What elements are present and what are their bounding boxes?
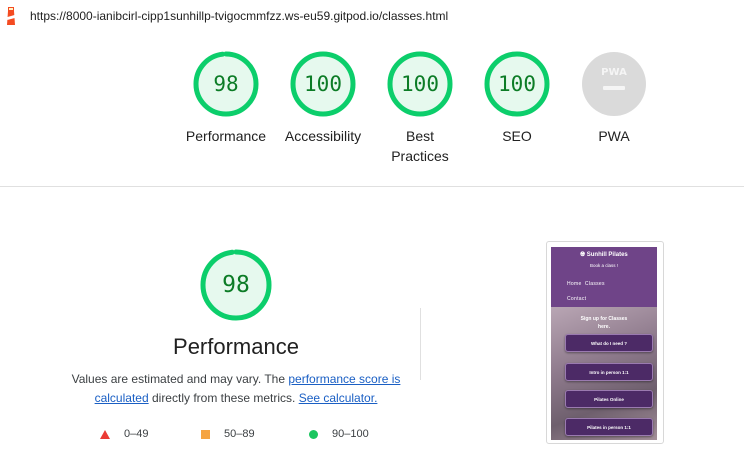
screenshot-nav-row1: Home Classes xyxy=(567,281,605,287)
gauge-best-practices[interactable]: 100 xyxy=(387,51,453,117)
report-header: https://8000-ianibcirl-cipp1sunhillp-tvi… xyxy=(0,0,744,32)
screenshot-brand: 🌐︎ Sunhill Pilates xyxy=(551,252,657,259)
legend-average-label: 50–89 xyxy=(224,428,255,440)
gauge-pwa[interactable]: PWA xyxy=(581,51,647,117)
pwa-badge-text: PWA xyxy=(601,67,627,78)
gauge-performance[interactable]: 98 xyxy=(193,51,259,117)
lighthouse-icon xyxy=(7,7,15,25)
gauge-label-word: Best xyxy=(405,128,434,144)
performance-description: Values are estimated and may vary. The p… xyxy=(62,370,410,408)
performance-score: 98 xyxy=(222,272,250,298)
gauge-seo[interactable]: 100 xyxy=(484,51,550,117)
performance-title: Performance xyxy=(173,334,299,359)
gauge-label-text: Best Practices xyxy=(391,128,449,164)
see-calculator-link[interactable]: See calculator. xyxy=(299,391,378,405)
gauge-label-pwa: PWA xyxy=(598,128,630,144)
screenshot-nav-row2: Contact xyxy=(567,296,587,302)
screenshot-button: What do I need ? xyxy=(565,334,653,352)
legend-fail-label: 0–49 xyxy=(124,428,149,440)
gauge-score: 100 xyxy=(498,72,536,96)
page-url: https://8000-ianibcirl-cipp1sunhillp-tvi… xyxy=(30,9,449,23)
legend-fail: 0–49 xyxy=(100,428,148,440)
gauge-score: 98 xyxy=(213,72,239,96)
gauge-accessibility[interactable]: 100 xyxy=(290,51,356,117)
globe-icon: 🌐︎ xyxy=(580,252,586,258)
gauge-label-performance: Performance xyxy=(185,128,267,144)
gauge-label-seo: SEO xyxy=(502,128,532,144)
performance-gauge: 98 xyxy=(200,249,272,321)
gauge-score: 100 xyxy=(304,72,342,96)
circle-icon xyxy=(309,429,318,439)
gauge-label-best-practices: Best Practices xyxy=(365,126,475,166)
desc-text: directly from these metrics. xyxy=(148,391,299,405)
screenshot-button: Pilates in person 1:1 xyxy=(565,418,653,436)
screenshot-book: Book a class ! xyxy=(589,263,618,268)
hero-line: here. xyxy=(598,324,610,330)
gauge-label-word: Practices xyxy=(391,148,449,164)
pwa-badge-icon: PWA xyxy=(582,52,646,116)
desc-text: Values are estimated and may vary. The xyxy=(71,372,289,386)
screenshot-button: Pilates Online xyxy=(565,390,653,408)
final-screenshot[interactable]: 🌐︎ Sunhill Pilates Book a class ! Home C… xyxy=(546,241,664,444)
screenshot-button: Intro in person 1:1 xyxy=(565,363,653,381)
legend-pass-label: 90–100 xyxy=(332,428,369,440)
screenshot-page: 🌐︎ Sunhill Pilates Book a class ! Home C… xyxy=(551,247,657,440)
gauge-label-accessibility: Accessibility xyxy=(284,128,362,144)
vertical-divider xyxy=(420,308,421,380)
gauge-score: 100 xyxy=(401,72,439,96)
legend-pass: 90–100 xyxy=(309,428,369,440)
hero-line: Sign up for Classes xyxy=(580,316,628,322)
section-divider xyxy=(0,186,744,187)
brand-text: Sunhill Pilates xyxy=(586,252,628,258)
triangle-icon xyxy=(100,429,110,439)
legend-average: 50–89 xyxy=(201,428,255,440)
screenshot-hero-text: Sign up for Classes here. xyxy=(551,315,657,331)
square-icon xyxy=(201,429,210,439)
